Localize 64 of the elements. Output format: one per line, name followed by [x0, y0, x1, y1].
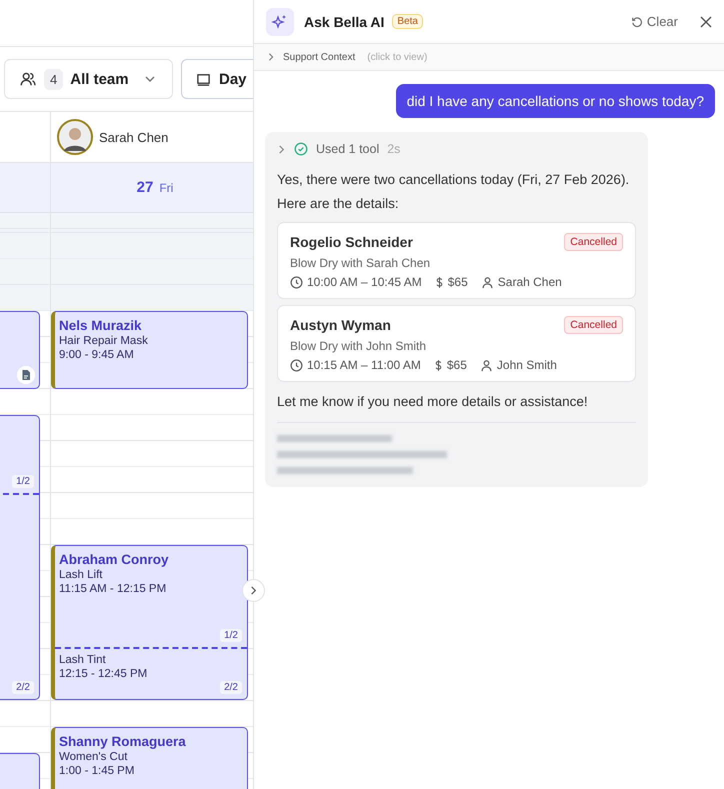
status-badge: Cancelled — [564, 316, 623, 334]
part-label: 1/2 — [220, 629, 242, 642]
time-range: 9:00 - 9:45 AM — [59, 349, 135, 361]
staff-name: Sarah Chen — [99, 130, 168, 144]
price: $65 — [446, 358, 467, 372]
part-label: 2/2 — [220, 681, 242, 694]
client-name: Shanny Romaguera — [59, 734, 187, 749]
weekday-label: Fri — [159, 180, 174, 194]
people-icon — [19, 70, 37, 88]
staff-name: Sarah Chen — [498, 275, 562, 289]
chevron-icon — [267, 53, 275, 61]
chevron-icon — [277, 144, 286, 154]
service-name: Lash Tint — [59, 654, 107, 666]
service-text: Blow Dry with Sarah Chen — [290, 256, 432, 270]
clock-icon — [290, 358, 303, 372]
dollar-icon — [434, 358, 443, 372]
part-label: 1/2 — [12, 475, 34, 488]
service-name: Lash Lift — [59, 569, 104, 581]
close-icon — [700, 16, 712, 28]
document-icon — [17, 366, 35, 384]
team-filter-button[interactable]: 4 All team — [4, 59, 173, 99]
service-name: Hair Repair Mask — [59, 335, 149, 347]
user-message: did I have any cancellations or no shows today? — [396, 84, 715, 118]
status-badge: Cancelled — [564, 233, 623, 251]
panel-title: Ask Bella AI — [304, 14, 384, 30]
close-button[interactable] — [700, 16, 712, 28]
time-range: 1:00 - 1:45 PM — [59, 765, 136, 777]
time-range: 10:00 AM – 10:45 AM — [307, 275, 422, 289]
time-range: 12:15 - 12:45 PM — [59, 668, 148, 680]
sparkle-icon — [266, 8, 294, 36]
appointment-block[interactable]: Nels Murazik Hair Repair Mask 9:00 - 9:45 AM — [51, 311, 248, 389]
clock-icon — [290, 276, 303, 288]
person-icon — [480, 358, 493, 372]
avatar — [57, 119, 93, 155]
calendar-view-icon — [196, 72, 211, 86]
client-name: Nels Murazik — [59, 318, 143, 333]
beta-badge: Beta — [392, 14, 423, 29]
client-name: Abraham Conroy — [59, 552, 170, 567]
price: $65 — [448, 275, 468, 289]
reset-icon — [630, 16, 643, 28]
appointment-block[interactable]: 1/2 2/2 — [0, 415, 40, 700]
expand-button[interactable] — [242, 579, 265, 602]
check-circle-icon — [294, 142, 308, 156]
support-context-toggle[interactable]: Support Context (click to view) — [254, 44, 724, 71]
dollar-icon — [434, 276, 444, 288]
client-name: Rogelio Schneider — [290, 234, 413, 250]
staff-name: John Smith — [496, 358, 557, 372]
chevron-right-icon — [249, 586, 258, 595]
reply-text: Yes, there were two cancellations today (Fri, 27 Feb 2026). Here are the details: — [277, 171, 630, 213]
reply-text: Let me know if you need more details or assistance! — [277, 390, 636, 423]
date-number: 27 — [136, 179, 154, 196]
clear-button[interactable]: Clear — [630, 14, 678, 29]
appointment-block[interactable]: Abraham Conroy Lash Lift 11:15 AM - 12:15 PM 1/2 Lash Tint 12:15 - 12:45 PM 2/2 — [51, 545, 248, 700]
client-name: Austyn Wyman — [290, 317, 391, 333]
part-label: 2/2 — [12, 681, 34, 694]
view-select-button[interactable]: Day — [181, 59, 253, 99]
time-range: 10:15 AM – 11:00 AM — [307, 358, 421, 372]
service-name: Women's Cut — [59, 751, 128, 763]
appointment-block[interactable] — [0, 311, 40, 389]
appointment-block[interactable]: Shanny Romaguera Women's Cut 1:00 - 1:45 PM — [51, 727, 248, 789]
person-icon — [480, 276, 494, 288]
tool-usage-toggle[interactable]: Used 1 tool 2s — [277, 142, 400, 156]
time-range: 11:15 AM - 12:15 PM — [59, 583, 168, 595]
service-text: Blow Dry with John Smith — [290, 339, 428, 353]
